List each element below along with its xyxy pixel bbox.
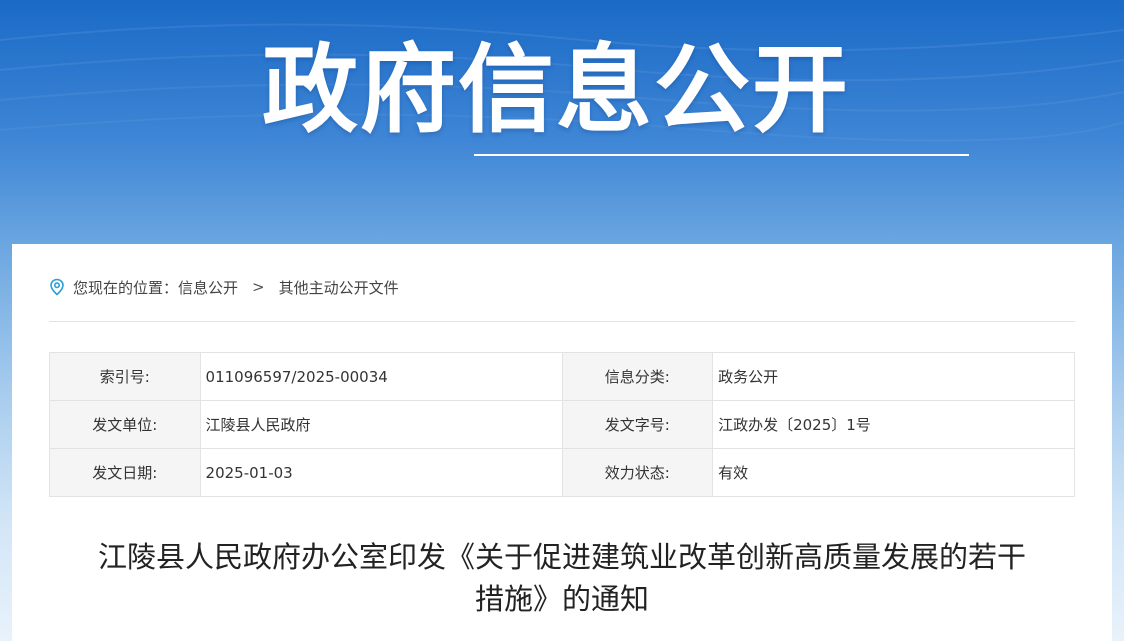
meta-label-issuer: 发文单位: (49, 400, 201, 449)
document-title-line1: 江陵县人民政府办公室印发《关于促进建筑业改革创新高质量发展的若干 (97, 540, 1026, 574)
page: 政府信息公开 您现在的位置： 信息公开 > 其他主动公开文件 索引号: 0110… (0, 0, 1124, 641)
meta-value-doc-number: 江政办发〔2025〕1号 (712, 400, 1075, 449)
banner-underline (474, 154, 969, 156)
breadcrumb-item-other-files[interactable]: 其他主动公开文件 (279, 277, 399, 298)
table-row: 发文日期: 2025-01-03 效力状态: 有效 (49, 448, 1075, 497)
breadcrumb-separator: > (252, 278, 265, 296)
breadcrumb-item-info-public[interactable]: 信息公开 (178, 277, 238, 298)
table-row: 索引号: 011096597/2025-00034 信息分类: 政务公开 (49, 352, 1075, 401)
meta-value-index: 011096597/2025-00034 (199, 352, 563, 401)
meta-value-status: 有效 (712, 448, 1075, 497)
meta-value-issuer: 江陵县人民政府 (199, 400, 563, 449)
table-row: 发文单位: 江陵县人民政府 发文字号: 江政办发〔2025〕1号 (49, 400, 1075, 449)
meta-label-date: 发文日期: (49, 448, 201, 497)
meta-label-status: 效力状态: (561, 448, 714, 497)
banner-title: 政府信息公开 (262, 34, 850, 146)
meta-label-category: 信息分类: (561, 352, 714, 401)
document-title: 江陵县人民政府办公室印发《关于促进建筑业改革创新高质量发展的若干 措施》的通知 (42, 536, 1082, 620)
breadcrumb: 您现在的位置： 信息公开 > 其他主动公开文件 (49, 274, 399, 300)
document-meta-table: 索引号: 011096597/2025-00034 信息分类: 政务公开 发文单… (49, 352, 1075, 497)
document-title-line2: 措施》的通知 (474, 582, 649, 616)
breadcrumb-divider (49, 321, 1075, 322)
content-card: 您现在的位置： 信息公开 > 其他主动公开文件 索引号: 011096597/2… (12, 244, 1112, 641)
meta-label-index: 索引号: (49, 352, 201, 401)
location-pin-icon (49, 278, 65, 296)
meta-value-category: 政务公开 (712, 352, 1075, 401)
meta-label-doc-number: 发文字号: (561, 400, 714, 449)
breadcrumb-prefix: 您现在的位置： (73, 278, 179, 297)
meta-value-date: 2025-01-03 (199, 448, 563, 497)
